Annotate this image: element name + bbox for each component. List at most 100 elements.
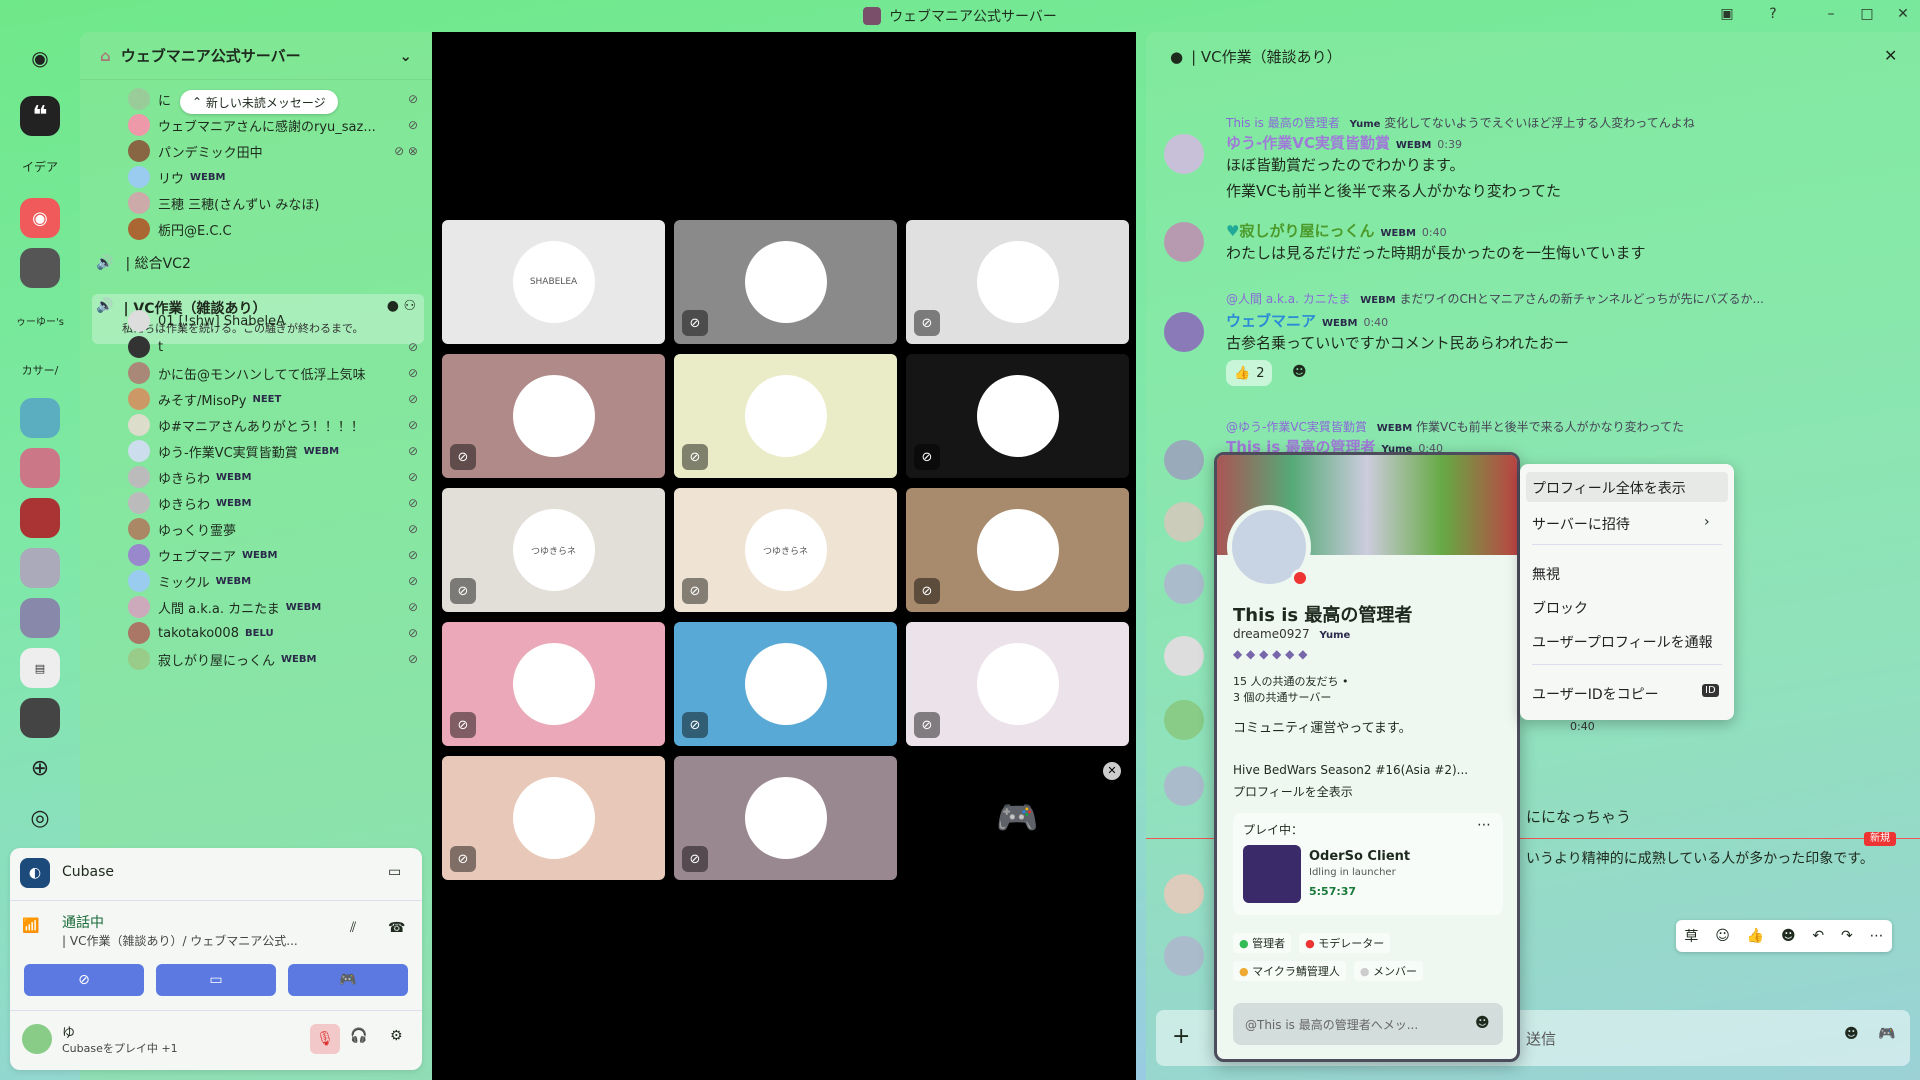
settings-gear-icon[interactable]: ⚙ [390, 1028, 403, 1044]
inbox-icon[interactable]: ▣ [1716, 6, 1738, 26]
server-avatar[interactable] [20, 498, 60, 538]
voice-user[interactable]: ミックル WEBM ⊘ [128, 568, 418, 594]
more-icon[interactable]: ⋯ [1870, 928, 1884, 944]
headphones-icon[interactable]: 🎧 [350, 1028, 367, 1044]
voice-user[interactable]: リウ WEBM [128, 164, 418, 190]
video-tile[interactable]: SHABELEA [442, 220, 665, 344]
menu-copy-user-id[interactable]: ユーザーIDをコピー [1532, 684, 1659, 704]
add-reaction-icon[interactable]: ☻ [1781, 928, 1796, 944]
video-tile[interactable]: ⊘ [674, 756, 897, 880]
avatar[interactable] [1164, 766, 1204, 806]
voice-user[interactable]: ウェブマニア WEBM ⊘ [128, 542, 418, 568]
voice-user[interactable]: 三穂 三穂(さんずい みなほ) [128, 190, 418, 216]
video-tile[interactable]: ⊘ [674, 354, 897, 478]
video-tile[interactable]: ⊘ [906, 622, 1129, 746]
disconnect-icon[interactable]: ☎ [388, 920, 405, 936]
thumbs-up-icon[interactable]: 👍 [1747, 928, 1764, 944]
video-tile[interactable]: ⊘ [442, 622, 665, 746]
maximize-button[interactable]: □ [1856, 6, 1878, 26]
voice-user[interactable]: ゆきらわ WEBM ⊘ [128, 464, 418, 490]
reply-preview[interactable]: This is 最高の管理者 Yume 変化してないようでえぐいほど浮上する人変… [1226, 114, 1695, 131]
avatar[interactable] [22, 1024, 52, 1054]
voice-user[interactable]: ゆう-作業VC実質皆勤賞 WEBM ⊘ [128, 438, 418, 464]
discover-icon[interactable]: ◎ [20, 798, 60, 838]
emoji-reaction-icon[interactable]: ☺ [1715, 928, 1730, 944]
server-avatar[interactable] [20, 448, 60, 488]
menu-ignore[interactable]: 無視 [1532, 564, 1560, 584]
reaction-thumbs-up[interactable]: 👍 2 [1226, 360, 1273, 386]
dm-input[interactable]: @This is 最高の管理者へメッ... ☻ [1233, 1003, 1503, 1045]
reply-preview[interactable]: @人間 a.k.a. カニたま WEBM まだワイのCHとマニアさんの新チャンネ… [1226, 290, 1764, 307]
mutual-servers[interactable]: 3 個の共通サーバー [1233, 689, 1331, 705]
close-window-button[interactable]: ✕ [1892, 6, 1914, 26]
menu-block[interactable]: ブロック [1532, 598, 1588, 618]
voice-user[interactable]: ウェブマニアさんに感謝のryu_saz... ⊘ [128, 112, 418, 138]
activity-button[interactable]: 🎮 [288, 964, 408, 996]
voice-user[interactable]: takotako008 BELU ⊘ [128, 620, 418, 646]
menu-view-full-profile[interactable]: プロフィール全体を表示 [1532, 478, 1686, 498]
voice-user[interactable]: 寂しがり屋にっくん WEBM ⊘ [128, 646, 418, 672]
video-tile[interactable]: ⊘ [906, 220, 1129, 344]
server-avatar[interactable] [20, 248, 60, 288]
add-reaction-icon[interactable]: ☻ [1292, 364, 1307, 380]
video-tile[interactable]: つゆきらネ ⊘ [442, 488, 665, 612]
server-avatar[interactable] [20, 598, 60, 638]
voice-user[interactable]: かに缶@モンハンしてて低浮上気味 ⊘ [128, 360, 418, 386]
mutual-friends[interactable]: 15 人の共通の友だち • [1233, 673, 1348, 689]
server-kasa[interactable]: カサー/ [16, 350, 64, 390]
voice-user[interactable]: t ⊘ [128, 334, 418, 360]
voice-user[interactable]: みそす/MisoPy NEET ⊘ [128, 386, 418, 412]
voice-user[interactable]: 栃円@E.C.C [128, 216, 418, 242]
video-tile[interactable]: ⊘ [674, 622, 897, 746]
avatar[interactable] [1164, 636, 1204, 676]
server-avatar[interactable]: ▤ [20, 648, 60, 688]
voice-user[interactable]: ゆ#マニアさんありがとう！！！！ ⊘ [128, 412, 418, 438]
server-idea[interactable]: イデア [16, 146, 64, 186]
voice-user[interactable]: ゆっくり霊夢 ⊘ [128, 516, 418, 542]
minimize-button[interactable]: – [1820, 6, 1842, 26]
channel-general-vc[interactable]: 🔊 | 総合VC2 [96, 248, 416, 278]
server-yuu[interactable]: ゥーゆー's [16, 300, 64, 340]
voice-user[interactable]: に ⊘ [128, 86, 418, 112]
camera-button[interactable]: ⊘ [24, 964, 144, 996]
avatar[interactable] [1164, 312, 1204, 352]
menu-report-profile[interactable]: ユーザープロフィールを通報 [1532, 632, 1713, 652]
video-tile[interactable]: ⊘ [442, 354, 665, 478]
avatar[interactable] [1164, 440, 1204, 480]
video-tile[interactable]: ⊘ [674, 220, 897, 344]
avatar[interactable] [1164, 564, 1204, 604]
avatar[interactable] [1164, 134, 1204, 174]
avatar[interactable] [1164, 936, 1204, 976]
emoji-icon[interactable]: ☻ [1844, 1026, 1859, 1042]
video-tile[interactable]: ⊘ [442, 756, 665, 880]
reply-preview[interactable]: @ゆう-作業VC実質皆勤賞 WEBM 作業VCも前半と後半で来る人がかなり変わっ… [1226, 418, 1684, 435]
video-tile[interactable]: 🎮 ✕ [906, 756, 1129, 880]
avatar[interactable] [1164, 502, 1204, 542]
voice-user[interactable]: パンデミック田中 ⊘ ⊗ [128, 138, 418, 164]
voice-user[interactable]: ゆきらわ WEBM ⊘ [128, 490, 418, 516]
video-tile[interactable]: ⊘ [906, 488, 1129, 612]
screen-share-button[interactable]: ▭ [156, 964, 276, 996]
server-header[interactable]: ⌂ ウェブマニア公式サーバー ⌄ [80, 32, 432, 80]
avatar[interactable] [1164, 700, 1204, 740]
emoji-icon[interactable]: ☻ [1475, 1015, 1490, 1031]
quote-server-icon[interactable]: ❝ [20, 96, 60, 136]
emoji-reaction-icon[interactable]: 草 [1684, 926, 1698, 946]
close-thread-icon[interactable]: ✕ [1884, 46, 1897, 65]
more-icon[interactable]: ⋯ [1477, 817, 1491, 833]
close-tile-icon[interactable]: ✕ [1103, 762, 1121, 780]
menu-invite-to-server[interactable]: サーバーに招待 [1532, 514, 1630, 534]
screen-share-icon[interactable]: ▭ [388, 864, 401, 880]
show-full-profile-link[interactable]: プロフィールを全表示 [1233, 783, 1353, 800]
video-tile[interactable]: つゆきらネ ⊘ [674, 488, 897, 612]
server-avatar[interactable] [20, 548, 60, 588]
noise-suppression-icon[interactable]: ⫽ [350, 920, 356, 936]
plus-icon[interactable]: + [1172, 1024, 1190, 1049]
server-avatar[interactable] [20, 398, 60, 438]
reply-icon[interactable]: ↶ [1812, 928, 1824, 944]
avatar[interactable] [1164, 222, 1204, 262]
avatar[interactable] [1164, 874, 1204, 914]
discord-home-icon[interactable]: ◉ [20, 38, 60, 78]
voice-user[interactable]: 01 [!shw] ShabeleA [128, 308, 418, 334]
discord-server-icon[interactable]: ◉ [20, 198, 60, 238]
